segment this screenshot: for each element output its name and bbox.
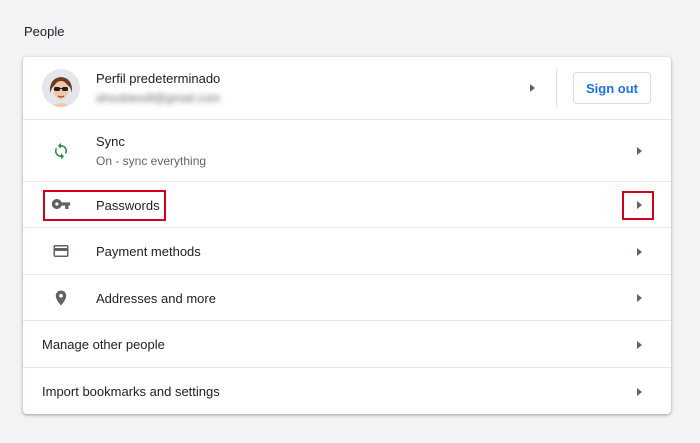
- manage-other-people-arrow-icon: [637, 341, 642, 349]
- people-card: Perfil predeterminado ahsubiesdl@gmail.c…: [23, 57, 671, 414]
- import-bookmarks-arrow-icon: [637, 388, 642, 396]
- sidebar-item-payment-methods[interactable]: Payment methods: [23, 227, 671, 274]
- credit-card-icon: [51, 241, 71, 261]
- sidebar-item-import-bookmarks[interactable]: Import bookmarks and settings: [23, 367, 671, 414]
- location-pin-icon: [51, 288, 71, 308]
- profile-divider: [556, 69, 557, 107]
- avatar-woman-sunglasses-icon: [42, 69, 80, 107]
- payment-methods-arrow-icon: [637, 248, 642, 256]
- addresses-label: Addresses and more: [96, 291, 216, 306]
- profile-email: ahsubiesdl@gmail.com: [96, 91, 221, 105]
- sidebar-item-passwords[interactable]: Passwords: [23, 181, 671, 227]
- sidebar-item-addresses[interactable]: Addresses and more: [23, 274, 671, 320]
- sign-out-button[interactable]: Sign out: [573, 72, 651, 104]
- payment-methods-label: Payment methods: [96, 244, 201, 259]
- sidebar-item-manage-other-people[interactable]: Manage other people: [23, 320, 671, 367]
- sync-icon: [51, 141, 71, 161]
- profile-name: Perfil predeterminado: [96, 71, 221, 86]
- profile-row[interactable]: Perfil predeterminado ahsubiesdl@gmail.c…: [23, 57, 671, 119]
- sync-label: Sync: [96, 134, 125, 149]
- manage-other-people-label: Manage other people: [42, 337, 165, 352]
- profile-arrow-icon[interactable]: [530, 84, 535, 92]
- passwords-arrow-highlight-box: [622, 191, 654, 220]
- import-bookmarks-label: Import bookmarks and settings: [42, 384, 220, 399]
- section-title: People: [24, 24, 65, 39]
- sync-status: On - sync everything: [96, 154, 207, 168]
- sidebar-item-sync[interactable]: Sync On - sync everything: [23, 119, 671, 181]
- sync-arrow-icon: [637, 147, 642, 155]
- passwords-highlight-box: [43, 190, 166, 221]
- avatar: [42, 69, 80, 107]
- addresses-arrow-icon: [637, 294, 642, 302]
